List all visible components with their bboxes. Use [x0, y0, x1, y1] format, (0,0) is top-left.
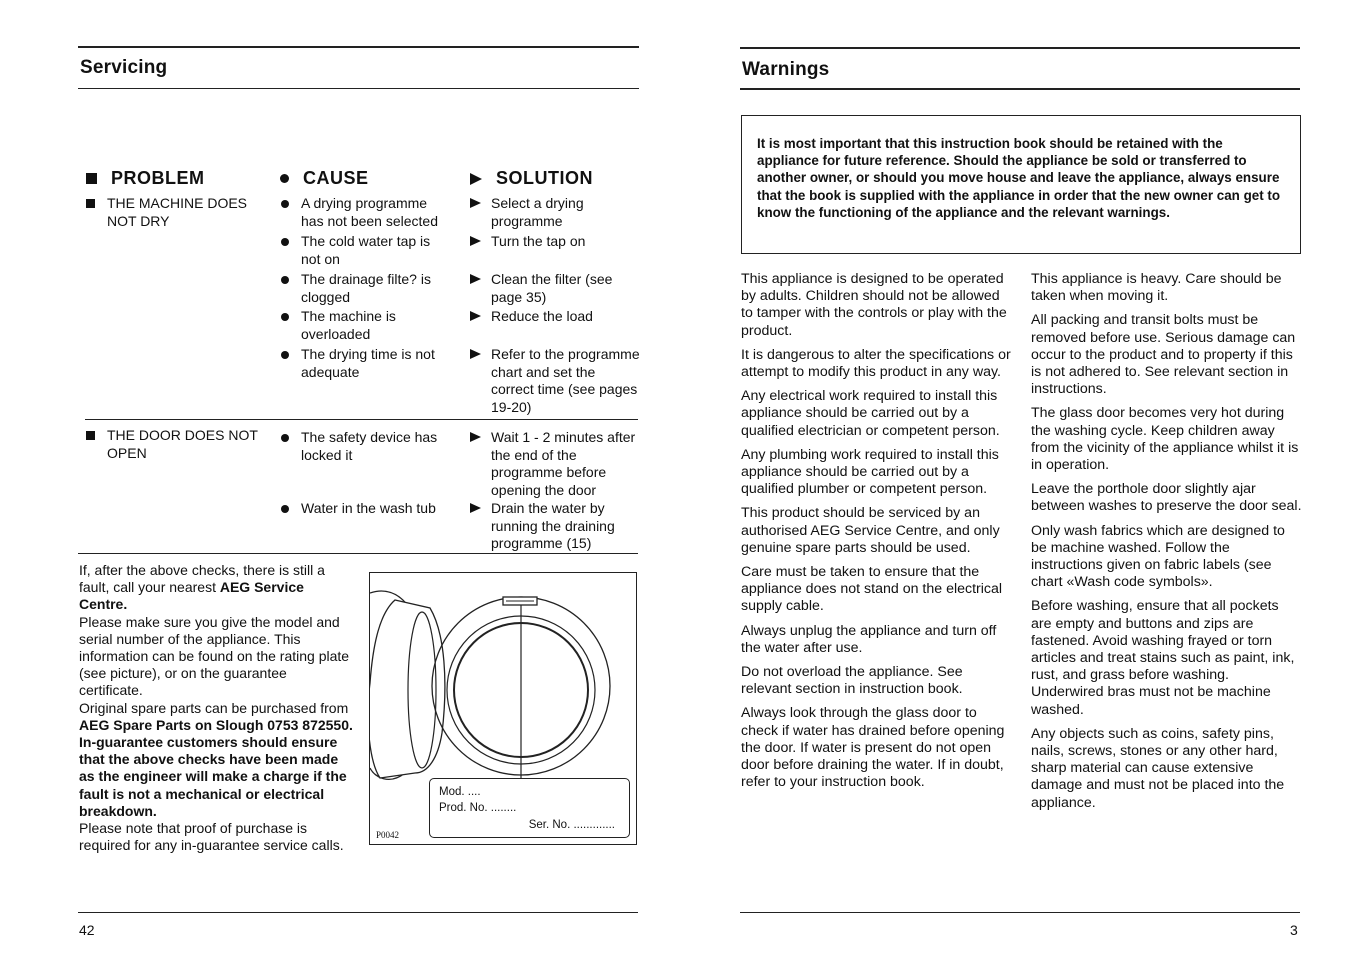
warning-item: Do not overload the appliance. See relev…: [741, 664, 963, 698]
round-bullet-icon: [281, 505, 289, 513]
cause-cell: Water in the wash tub: [281, 500, 461, 518]
page-number: 42: [79, 922, 95, 938]
title-rule: [740, 88, 1300, 90]
round-bullet-icon: [281, 276, 289, 284]
warning-item: Always unplug the appliance and turn off…: [741, 622, 997, 656]
product-number-label: Prod. No. ........: [439, 802, 517, 814]
important-notice-box: It is most important that this instructi…: [741, 115, 1301, 254]
round-bullet-icon: [281, 238, 289, 246]
solution-cell: Turn the tap on: [470, 233, 645, 251]
square-bullet-icon: [86, 199, 95, 208]
rating-plate: Mod. .... Prod. No. ........ Ser. No. ..…: [429, 778, 630, 838]
warning-item: It is dangerous to alter the specificati…: [741, 346, 1011, 381]
page-number: 3: [1290, 922, 1298, 938]
triangle-bullet-icon: [470, 503, 481, 513]
round-bullet-icon: [281, 313, 289, 321]
warnings-column-1: This appliance is designed to be operate…: [741, 271, 1013, 798]
model-label: Mod. ....: [439, 786, 481, 798]
cause-header: CAUSE: [280, 168, 369, 189]
round-bullet-icon: [280, 174, 289, 183]
cause-cell: The machine is overloaded: [281, 308, 461, 343]
warning-item: This appliance is heavy. Care should be …: [1031, 271, 1282, 305]
problem-cell: THE MACHINE DOES NOT DRY: [86, 195, 266, 230]
round-bullet-icon: [281, 434, 289, 442]
warning-item: Any electrical work required to install …: [741, 388, 1000, 439]
top-rule: [740, 47, 1300, 49]
solution-cell: Reduce the load: [470, 308, 645, 326]
cause-cell: The cold water tap is not on: [281, 233, 461, 268]
triangle-bullet-icon: [470, 236, 481, 246]
triangle-bullet-icon: [470, 349, 481, 359]
warning-item: Leave the porthole door slightly ajar be…: [1031, 481, 1302, 515]
cause-cell: The drainage filte? is clogged: [281, 271, 461, 306]
warning-item: Only wash fabrics which are designed to …: [1031, 522, 1285, 591]
title-rule: [78, 88, 639, 89]
warning-item: Before washing, ensure that all pockets …: [1031, 598, 1295, 718]
warning-item: This appliance is designed to be operate…: [741, 271, 1007, 339]
footer-rule: [78, 912, 638, 913]
warning-item: Care must be taken to ensure that the ap…: [741, 564, 1003, 615]
footer-rule: [740, 912, 1300, 913]
important-notice-text: It is most important that this instructi…: [757, 136, 1281, 220]
rating-plate-figure: Mod. .... Prod. No. ........ Ser. No. ..…: [369, 572, 637, 845]
solution-cell: Select a drying programme: [470, 195, 645, 230]
problem-cell: THE DOOR DOES NOT OPEN: [86, 427, 266, 462]
solution-cell: Drain the water by running the draining …: [470, 500, 650, 553]
triangle-bullet-icon: [470, 432, 481, 442]
problem-header: PROBLEM: [86, 168, 205, 189]
warning-item: Any objects such as coins, safety pins, …: [1031, 725, 1285, 811]
solution-cell: Clean the filter (see page 35): [470, 271, 645, 306]
round-bullet-icon: [281, 351, 289, 359]
serial-number-label: Ser. No. .............: [528, 819, 615, 831]
table-bottom-rule: [78, 553, 638, 554]
warning-item: All packing and transit bolts must be re…: [1031, 312, 1296, 398]
solution-header: SOLUTION: [470, 168, 593, 189]
page-title: Warnings: [742, 59, 830, 80]
service-instructions: If, after the above checks, there is sti…: [79, 562, 353, 854]
cause-cell: A drying programme has not been selected: [281, 195, 461, 230]
table-row-divider: [85, 419, 638, 420]
triangle-bullet-icon: [470, 274, 481, 284]
square-bullet-icon: [86, 173, 97, 184]
warning-item: This product should be serviced by an au…: [741, 505, 1000, 556]
cause-cell: The drying time is not adequate: [281, 346, 461, 381]
top-rule: [78, 46, 639, 48]
cause-cell: The safety device has locked it: [281, 429, 461, 464]
warning-item: The glass door becomes very hot during t…: [1031, 405, 1299, 474]
round-bullet-icon: [281, 200, 289, 208]
triangle-bullet-icon: [470, 198, 481, 208]
triangle-bullet-icon: [470, 311, 481, 321]
solution-cell: Refer to the programme chart and set the…: [470, 346, 650, 416]
warning-item: Any plumbing work required to install th…: [741, 446, 999, 498]
figure-code: P0042: [376, 830, 400, 840]
triangle-bullet-icon: [470, 172, 482, 185]
page-title: Servicing: [80, 57, 168, 78]
solution-cell: Wait 1 - 2 minutes after the end of the …: [470, 429, 650, 499]
warning-item: Always look through the glass door to ch…: [741, 705, 1005, 791]
warnings-column-2: This appliance is heavy. Care should be …: [1031, 271, 1303, 819]
square-bullet-icon: [86, 431, 95, 440]
